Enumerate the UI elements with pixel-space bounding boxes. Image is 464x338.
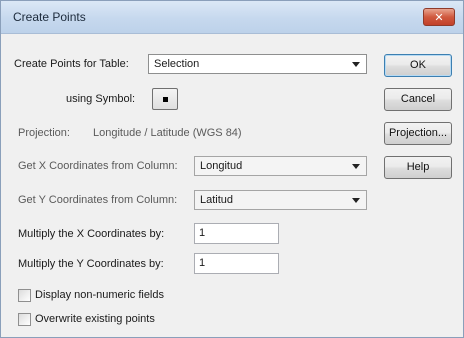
x-multiply-input[interactable]: 1 [194,223,279,244]
create-points-dialog: Create Points ✕ Create Points for Table:… [0,0,464,338]
x-column-value: Longitud [200,160,243,172]
overwrite-label[interactable]: Overwrite existing points [35,312,155,326]
chevron-down-icon [352,198,360,203]
symbol-button[interactable] [152,88,178,110]
y-column-label: Get Y Coordinates from Column: [18,194,178,206]
window-title: Create Points [13,10,86,24]
close-icon: ✕ [434,12,444,24]
table-label: Create Points for Table: [14,58,129,70]
projection-value: Longitude / Latitude (WGS 84) [93,127,242,139]
x-column-select[interactable]: Longitud [194,156,367,176]
x-multiply-label: Multiply the X Coordinates by: [18,228,165,240]
chevron-down-icon [352,62,360,67]
table-select-value: Selection [154,58,200,70]
symbol-label: using Symbol: [66,93,136,105]
y-multiply-input[interactable]: 1 [194,253,279,274]
y-multiply-label: Multiply the Y Coordinates by: [18,258,164,270]
x-multiply-value: 1 [199,227,206,239]
y-column-select[interactable]: Latitud [194,190,367,210]
display-nonnumeric-checkbox[interactable] [18,289,31,302]
title-bar: Create Points ✕ [1,1,463,34]
table-select[interactable]: Selection [148,54,367,74]
square-symbol-icon [163,97,168,102]
help-button[interactable]: Help [384,156,452,179]
x-column-label: Get X Coordinates from Column: [18,160,178,172]
chevron-down-icon [352,164,360,169]
overwrite-checkbox[interactable] [18,313,31,326]
close-button[interactable]: ✕ [423,8,455,26]
display-nonnumeric-label[interactable]: Display non-numeric fields [35,288,164,302]
y-column-value: Latitud [200,194,234,206]
projection-label: Projection: [18,127,70,139]
cancel-button[interactable]: Cancel [384,88,452,111]
y-multiply-value: 1 [199,257,206,269]
projection-button[interactable]: Projection... [384,122,452,145]
ok-button[interactable]: OK [384,54,452,77]
